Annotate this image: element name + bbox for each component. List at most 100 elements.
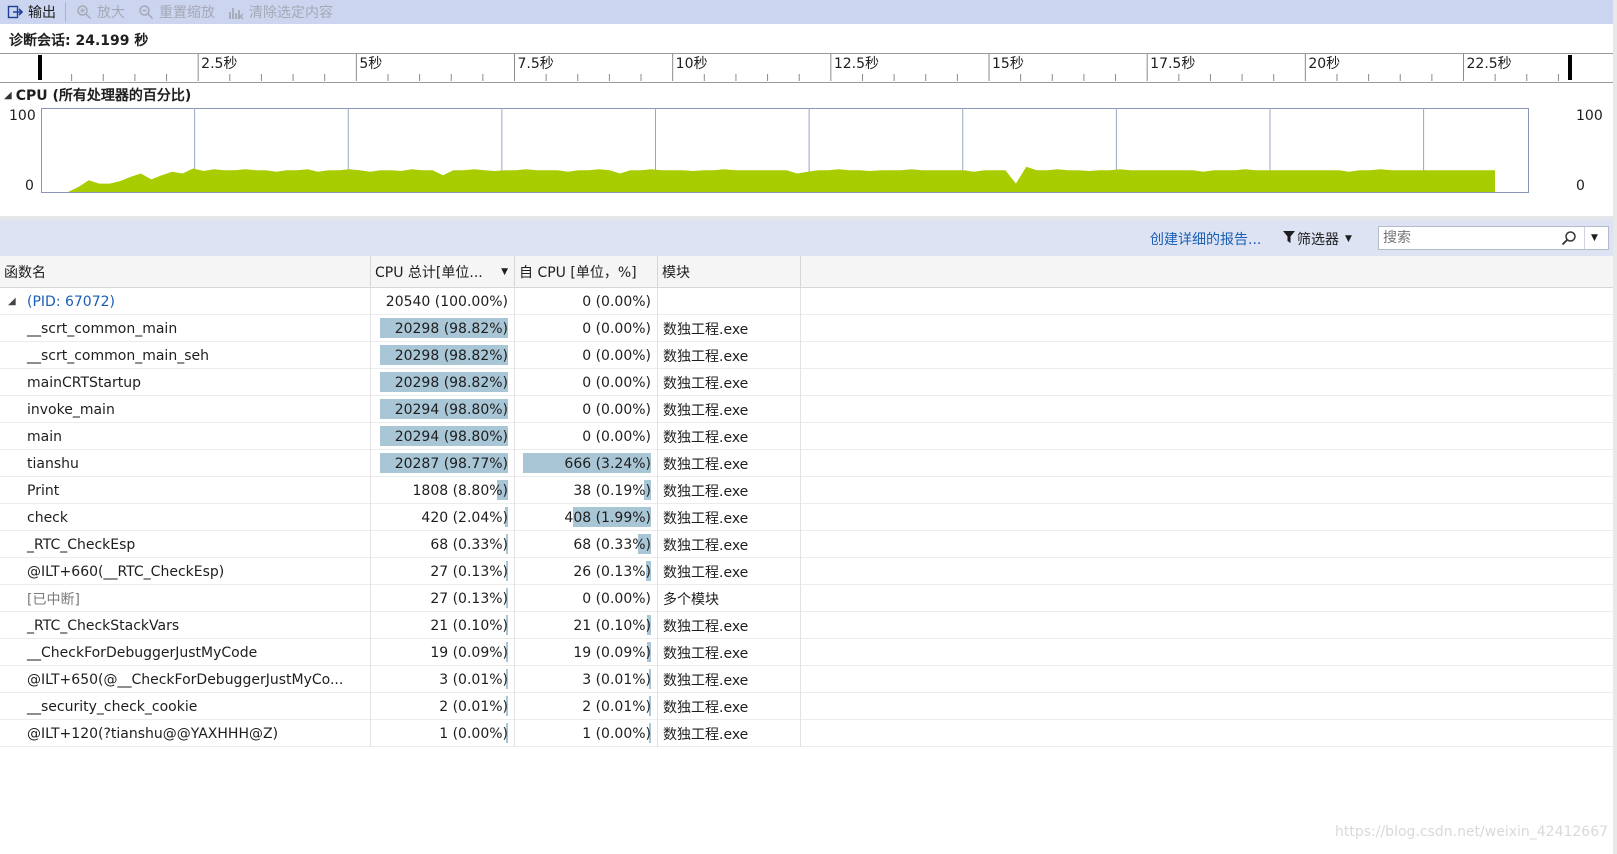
table-row[interactable]: _RTC_CheckStackVars 21 (0.10%) 21 (0.10%) 数…	[0, 612, 1617, 639]
timeline-ruler[interactable]: 2.5秒 5秒 7.5秒 10秒 12.5秒 15秒 17.5秒 20秒 22.5秒	[0, 53, 1617, 83]
table-row[interactable]: _RTC_CheckEsp 68 (0.33%) 68 (0.33%) 数独工程.ex…	[0, 531, 1617, 558]
total-cpu-cell: 3 (0.01%)	[371, 666, 515, 693]
table-header: 函数名 CPU 总计[单位... ▼ 自 CPU [单位，%] 模块	[0, 256, 1617, 288]
module-cell: 数独工程.exe	[658, 531, 801, 558]
ruler-tick-label: 2.5秒	[201, 56, 237, 72]
total-cpu-cell: 20294 (98.80%)	[371, 423, 515, 450]
search-box[interactable]: ▼	[1378, 226, 1609, 250]
total-cpu-cell: 68 (0.33%)	[371, 531, 515, 558]
filter-icon	[1283, 231, 1295, 247]
self-cpu-cell: 0 (0.00%)	[515, 315, 658, 342]
function-name-cell: mainCRTStartup	[0, 369, 371, 396]
table-row[interactable]: Print 1808 (8.80%) 38 (0.19%) 数独工程.exe	[0, 477, 1617, 504]
module-cell: 多个模块	[658, 585, 801, 612]
table-body: ◢ (PID: 67072) 20540 (100.00%) 0 (0.00%) __s…	[0, 288, 1617, 747]
column-header-module[interactable]: 模块	[658, 256, 801, 288]
column-header-label: 函数名	[4, 265, 46, 281]
function-name-cell: __security_check_cookie	[0, 693, 371, 720]
table-row[interactable]: __scrt_common_main_seh 20298 (98.82%) 0 (0…	[0, 342, 1617, 369]
self-cpu-cell: 0 (0.00%)	[515, 369, 658, 396]
self-cpu-value: 666 (3.24%)	[564, 455, 651, 472]
total-cpu-cell: 1808 (8.80%)	[371, 477, 515, 504]
clear-selection-button[interactable]: 清除选定内容	[221, 0, 339, 24]
cpu-usage-graph[interactable]	[41, 108, 1570, 194]
table-row[interactable]: @ILT+120(?tianshu@@YAXHHH@Z) 1 (0.00%) 1 (…	[0, 720, 1617, 747]
table-row[interactable]: tianshu 20287 (98.77%) 666 (3.24%) 数独工程.exe	[0, 450, 1617, 477]
filter-dropdown[interactable]: 筛选器 ▼	[1283, 229, 1352, 249]
table-row[interactable]: __scrt_common_main 20298 (98.82%) 0 (0.00%…	[0, 315, 1617, 342]
module-cell: 数独工程.exe	[658, 720, 801, 747]
function-name: mainCRTStartup	[27, 374, 141, 391]
y-axis-min-left: 0	[25, 178, 34, 194]
self-cpu-value: 0 (0.00%)	[582, 293, 651, 310]
total-cpu-cell: 20294 (98.80%)	[371, 396, 515, 423]
table-row[interactable]: __security_check_cookie 2 (0.01%) 2 (0.01%…	[0, 693, 1617, 720]
total-cpu-value: 20298 (98.82%)	[394, 320, 508, 337]
sort-descending-icon: ▼	[501, 267, 508, 277]
filter-label: 筛选器	[1297, 232, 1339, 248]
table-row[interactable]: check 420 (2.04%) 408 (1.99%) 数独工程.exe	[0, 504, 1617, 531]
search-options-chevron-icon[interactable]: ▼	[1584, 227, 1604, 249]
selection-handle[interactable]	[38, 55, 42, 80]
chevron-down-icon: ▼	[1345, 234, 1352, 244]
self-cpu-cell: 3 (0.01%)	[515, 666, 658, 693]
total-cpu-value: 27 (0.13%)	[430, 563, 508, 580]
module-cell: 数独工程.exe	[658, 693, 801, 720]
table-row[interactable]: @ILT+660(__RTC_CheckEsp) 27 (0.13%) 26 (0.…	[0, 558, 1617, 585]
cpu-graph-header[interactable]: ◢ CPU (所有处理器的百分比)	[4, 85, 191, 105]
module-cell: 数独工程.exe	[658, 396, 801, 423]
function-name-cell: __CheckForDebuggerJustMyCode	[0, 639, 371, 666]
total-cpu-value: 20540 (100.00%)	[385, 293, 508, 310]
zoom-in-icon	[75, 3, 93, 21]
function-name-cell: invoke_main	[0, 396, 371, 423]
search-input[interactable]	[1379, 227, 1554, 249]
self-cpu-value: 0 (0.00%)	[582, 428, 651, 445]
self-cpu-value: 3 (0.01%)	[582, 671, 651, 688]
module-name: 数独工程.exe	[663, 510, 749, 527]
output-button[interactable]: 输出	[0, 0, 62, 24]
y-axis-max-left: 100	[9, 108, 36, 124]
total-cpu-value: 20294 (98.80%)	[394, 401, 508, 418]
total-cpu-cell: 20298 (98.82%)	[371, 369, 515, 396]
table-row[interactable]: @ILT+650(@__CheckForDebuggerJustMyCo... 3…	[0, 666, 1617, 693]
function-name: check	[27, 509, 68, 526]
column-header-function[interactable]: 函数名	[0, 256, 371, 288]
total-cpu-value: 20298 (98.82%)	[394, 374, 508, 391]
selection-handle[interactable]	[1568, 55, 1572, 80]
search-icon[interactable]	[1554, 230, 1584, 246]
create-report-link[interactable]: 创建详细的报告...	[1150, 229, 1261, 249]
module-cell: 数独工程.exe	[658, 369, 801, 396]
ruler-tick-label: 15秒	[992, 56, 1024, 72]
self-cpu-cell: 19 (0.09%)	[515, 639, 658, 666]
module-cell: 数独工程.exe	[658, 639, 801, 666]
total-cpu-value: 19 (0.09%)	[430, 644, 508, 661]
collapse-triangle-icon[interactable]: ◢	[4, 90, 12, 101]
zoom-in-button[interactable]: 放大	[69, 0, 131, 24]
function-name-cell: [已中断]	[0, 585, 371, 612]
vertical-scrollbar[interactable]	[1613, 0, 1617, 854]
table-row[interactable]: __CheckForDebuggerJustMyCode 19 (0.09%) 19…	[0, 639, 1617, 666]
watermark: https://blog.csdn.net/weixin_42412667	[1335, 824, 1609, 840]
reset-zoom-button[interactable]: 重置缩放	[131, 0, 221, 24]
column-header-total-cpu[interactable]: CPU 总计[单位... ▼	[371, 256, 515, 288]
table-row[interactable]: main 20294 (98.80%) 0 (0.00%) 数独工程.exe	[0, 423, 1617, 450]
function-name: _RTC_CheckEsp	[27, 536, 136, 553]
expand-triangle-icon[interactable]: ◢	[8, 296, 16, 307]
table-row[interactable]: ◢ (PID: 67072) 20540 (100.00%) 0 (0.00%)	[0, 288, 1617, 315]
module-name: 数独工程.exe	[663, 348, 749, 365]
module-cell: 数独工程.exe	[658, 666, 801, 693]
cpu-graph-svg	[41, 108, 1529, 193]
column-header-self-cpu[interactable]: 自 CPU [单位，%]	[515, 256, 658, 288]
clear-selection-icon	[227, 3, 245, 21]
self-cpu-cell: 0 (0.00%)	[515, 585, 658, 612]
self-cpu-value: 0 (0.00%)	[582, 320, 651, 337]
table-row[interactable]: mainCRTStartup 20298 (98.82%) 0 (0.00%) 数独工…	[0, 369, 1617, 396]
module-name: 数独工程.exe	[663, 726, 749, 743]
table-row[interactable]: [已中断] 27 (0.13%) 0 (0.00%) 多个模块	[0, 585, 1617, 612]
self-cpu-cell: 408 (1.99%)	[515, 504, 658, 531]
table-row[interactable]: invoke_main 20294 (98.80%) 0 (0.00%) 数独工程.e…	[0, 396, 1617, 423]
report-bar: 创建详细的报告... 筛选器 ▼ ▼	[0, 220, 1617, 256]
module-cell	[658, 288, 801, 315]
ruler-tick-label: 10秒	[676, 56, 708, 72]
ruler-tick-label: 20秒	[1308, 56, 1340, 72]
